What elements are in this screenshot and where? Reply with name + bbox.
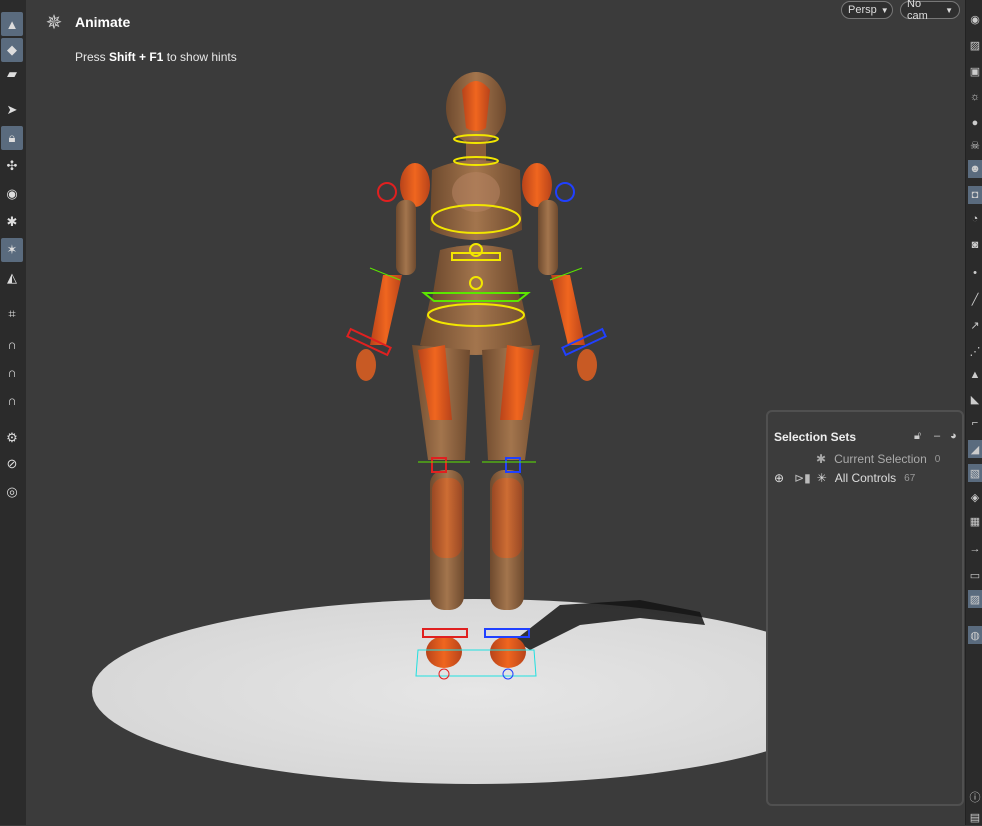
display-icon[interactable]: ▨ xyxy=(968,36,982,54)
controls-icon: ✳ xyxy=(816,471,827,485)
frame-icon[interactable]: ⌐ xyxy=(968,414,982,432)
light-icon[interactable]: ☼ xyxy=(968,88,982,106)
selection-set-all-controls[interactable]: ⊕ ⊳▮ ✳ All Controls 67 xyxy=(774,470,915,486)
grid-icon[interactable]: ▭ xyxy=(968,566,982,584)
normal-icon[interactable]: ↗ xyxy=(968,316,982,334)
render-icon[interactable]: ◘ xyxy=(968,186,982,204)
mesh-icon[interactable]: ◣ xyxy=(968,390,982,408)
selection-sets-title: Selection Sets xyxy=(774,430,857,444)
background-icon[interactable]: ▨ xyxy=(968,590,982,608)
visibility-icon[interactable]: ◔ xyxy=(968,210,982,228)
expand-icon[interactable]: ⊕ xyxy=(774,471,784,485)
selection-sets-panel: Selection Sets 🔓︎ – ◕ ✱ Current Selectio… xyxy=(766,410,964,806)
shaded-icon[interactable]: ◢ xyxy=(968,440,982,458)
edge-icon[interactable]: ╱ xyxy=(968,290,982,308)
eye-icon[interactable]: ◉ xyxy=(968,10,982,28)
selection-set-count: 0 xyxy=(934,453,941,465)
texture-icon[interactable]: ▧ xyxy=(968,464,982,482)
skull-icon[interactable]: ☠ xyxy=(968,136,982,154)
particles-icon[interactable]: ▦ xyxy=(968,512,982,530)
sphere-icon[interactable]: ● xyxy=(968,114,982,132)
vertex-icon[interactable]: ⋰ xyxy=(968,342,982,360)
info-icon[interactable]: ⓘ xyxy=(968,788,982,806)
selection-set-current[interactable]: ✱ Current Selection 0 xyxy=(816,451,940,467)
right-toolbar: ◉ ▨ ▣ ☼ ● ☠ ☻ ◘ ◔ ◙ • ╱ ↗ ⋰ ▲ ◣ ⌐ ◢ ▧ ◈ … xyxy=(965,0,982,825)
lock-icon[interactable]: ▣ xyxy=(968,62,982,80)
ghost-icon[interactable]: ◈ xyxy=(968,488,982,506)
minimize-icon[interactable]: – xyxy=(934,430,940,442)
key-icon[interactable]: ⊳▮ xyxy=(794,471,811,485)
selection-set-label: All Controls xyxy=(834,471,897,485)
float-panel-icon[interactable]: ◕ xyxy=(950,430,957,442)
asterisk-icon: ✱ xyxy=(816,452,827,466)
pin-icon[interactable]: ◍ xyxy=(968,626,982,644)
point-icon[interactable]: • xyxy=(968,264,982,282)
selection-set-count: 67 xyxy=(904,472,916,484)
camera-icon[interactable]: ◙ xyxy=(968,236,982,254)
options-icon[interactable]: ▤ xyxy=(968,808,982,826)
handle-icon[interactable]: → xyxy=(968,540,982,558)
lock-icon[interactable]: 🔓︎ xyxy=(914,430,921,443)
selection-set-label: Current Selection xyxy=(834,452,927,466)
xray-icon[interactable]: ☻ xyxy=(968,160,982,178)
shade-icon[interactable]: ▲ xyxy=(968,366,982,384)
